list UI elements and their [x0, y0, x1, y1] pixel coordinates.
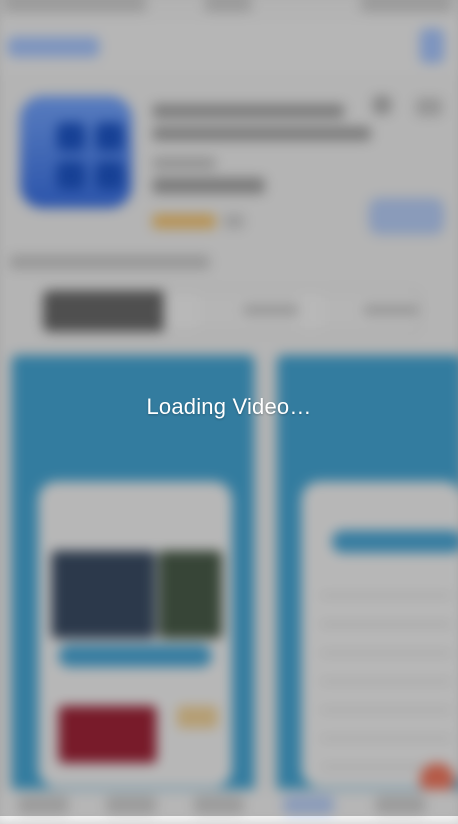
- loading-text: Loading Video…: [146, 394, 312, 419]
